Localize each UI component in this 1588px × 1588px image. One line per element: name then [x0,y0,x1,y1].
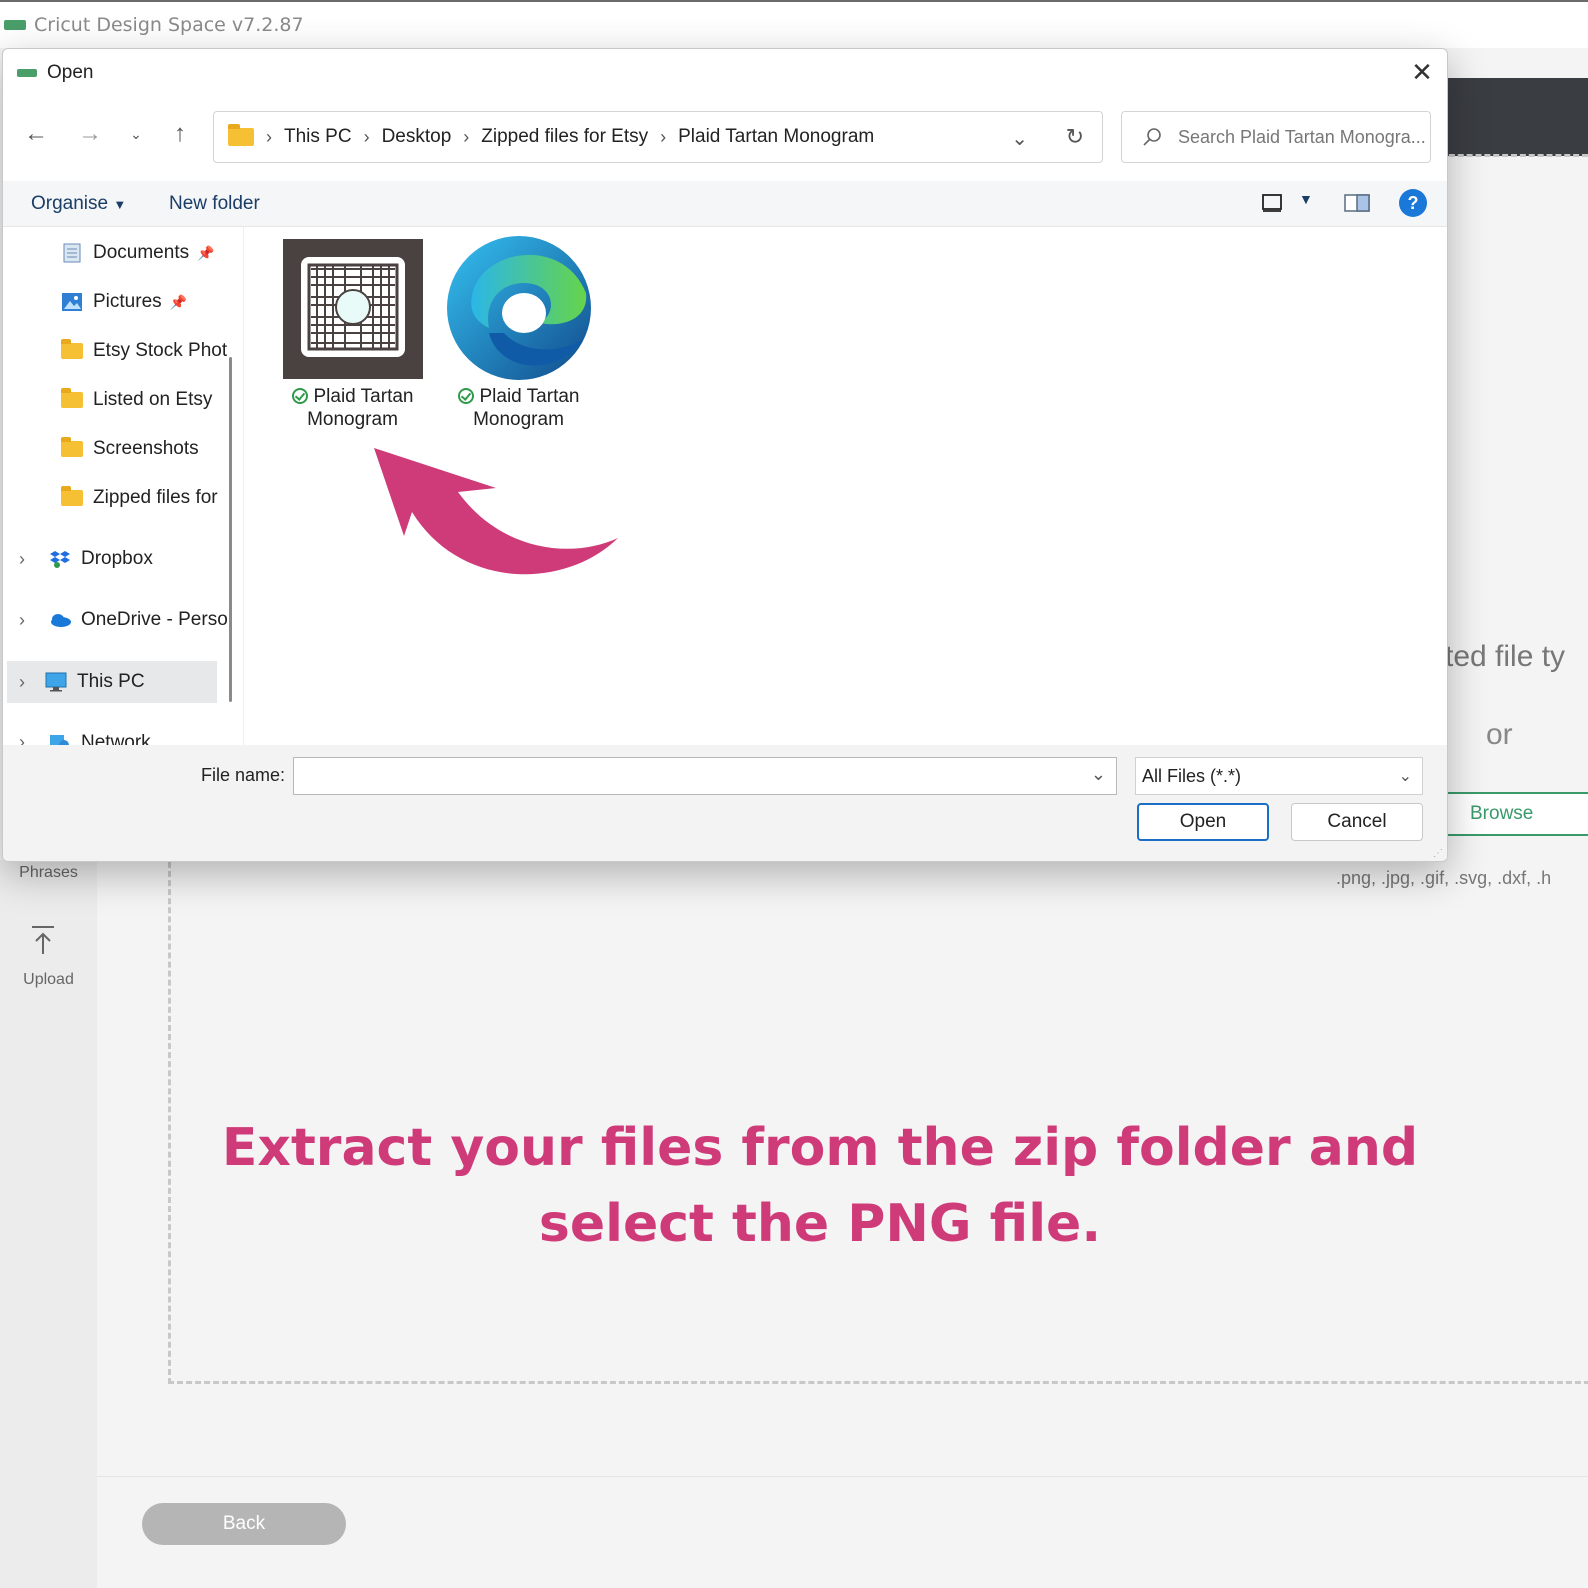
back-button[interactable]: Back [142,1503,346,1545]
folder-icon [61,339,83,359]
chevron-down-icon: ⌄ [1398,768,1412,785]
open-button[interactable]: Open [1137,803,1269,841]
preview-pane-icon[interactable] [1343,191,1371,215]
help-icon[interactable]: ? [1399,189,1427,217]
pictures-icon [62,293,82,311]
or-text: or [1486,718,1513,751]
folder-icon [61,388,83,408]
back-arrow-icon[interactable]: ← [21,119,51,149]
close-icon[interactable]: ✕ [1407,57,1437,87]
address-bar[interactable]: › This PC › Desktop › Zipped files for E… [213,111,1103,163]
nav-item-pictures[interactable]: Pictures 📌 [61,282,187,322]
onedrive-icon [51,614,71,627]
expand-chevron-icon[interactable]: › [19,672,25,693]
cancel-button[interactable]: Cancel [1291,803,1423,841]
resize-grip-icon[interactable]: ⋰ [1433,848,1443,859]
forward-arrow-icon[interactable]: → [75,119,105,149]
file-item-png[interactable]: Plaid Tartan Monogram [270,239,435,431]
pin-icon: 📌 [169,293,188,310]
pc-icon [45,672,67,692]
upload-hint-text: ted file ty [1445,640,1566,673]
screen: { "app": { "title": "Cricut Design Space… [0,0,1588,1588]
folder-icon [61,486,83,506]
sync-status-icon [291,388,308,404]
nav-item-etsy-stock-photos[interactable]: Etsy Stock Phot [61,331,227,371]
nav-item-network[interactable]: Network [49,723,151,745]
browse-button[interactable]: Browse [1440,792,1588,836]
breadcrumb-desktop[interactable]: Desktop [382,126,452,148]
drop-zone-top-border [1440,154,1588,157]
navigation-row: ← → ⌄ ↑ › This PC › Desktop › Zipped fil… [3,105,1447,165]
expand-chevron-icon[interactable]: › [19,610,25,631]
app-title: Cricut Design Space v7.2.87 [34,14,304,36]
dialog-footer: File name: ⌄ All Files (*.*) ⌄ Open Canc… [3,745,1447,861]
nav-item-onedrive[interactable]: OneDrive - Perso [49,600,228,640]
file-name-input[interactable]: ⌄ [293,757,1117,795]
file-item-edge[interactable]: Plaid Tartan Monogram [436,236,601,431]
app-titlebar: Cricut Design Space v7.2.87 [0,0,1588,48]
breadcrumb-this-pc[interactable]: This PC [284,126,352,148]
dialog-titlebar: Open ✕ [3,49,1447,97]
command-bar: Organise ▼ New folder ▼ ? [3,181,1447,227]
sync-status-icon [457,388,474,404]
nav-pane-scrollbar[interactable] [229,357,232,702]
edge-document-icon [446,236,591,380]
breadcrumb-zipped-files[interactable]: Zipped files for Etsy [481,126,648,148]
search-placeholder: Search Plaid Tartan Monogra... [1178,126,1426,147]
search-input[interactable]: Search Plaid Tartan Monogra... [1121,111,1431,163]
chevron-down-icon[interactable]: ⌄ [1091,764,1106,785]
nav-item-zipped-files[interactable]: Zipped files for [61,478,218,518]
network-icon [50,735,69,745]
cricut-logo-icon [4,20,26,30]
dialog-title: Open [47,62,94,83]
sidebar-item-phrases[interactable]: Phrases [0,864,97,882]
expand-chevron-icon[interactable]: › [19,732,25,745]
navigation-pane: Documents 📌 Pictures 📌 Etsy Stock Phot Lis… [3,227,243,745]
expand-chevron-icon[interactable]: › [19,549,25,570]
file-type-select[interactable]: All Files (*.*) ⌄ [1135,757,1423,795]
up-arrow-icon[interactable]: ↑ [165,119,195,149]
organise-button[interactable]: Organise ▼ [31,193,126,215]
view-options-caret-icon[interactable]: ▼ [1299,191,1313,207]
nav-item-documents[interactable]: Documents 📌 [61,233,215,273]
search-icon [1143,128,1161,146]
open-file-dialog: Open ✕ ← → ⌄ ↑ › This PC › Desktop › Zip… [2,48,1448,862]
app-sidebar [0,860,97,1588]
new-folder-button[interactable]: New folder [169,193,260,215]
nav-item-listed-on-etsy[interactable]: Listed on Etsy [61,380,212,420]
file-name-label: File name: [201,765,286,785]
folder-icon [228,124,254,146]
nav-item-dropbox[interactable]: Dropbox [49,539,153,579]
pin-icon: 📌 [197,244,215,261]
view-mode-icon[interactable] [1261,193,1283,213]
chevron-down-icon[interactable]: ⌄ [1011,126,1028,151]
documents-icon [63,243,81,263]
breadcrumb-plaid-tartan[interactable]: Plaid Tartan Monogram [678,126,874,148]
nav-item-screenshots[interactable]: Screenshots [61,429,199,469]
refresh-icon[interactable]: ↻ [1066,124,1084,150]
pointer-arrow-icon [374,448,618,575]
upload-icon[interactable] [30,924,56,956]
nav-item-this-pc[interactable]: › This PC [7,661,217,703]
dropbox-icon [50,551,70,568]
cricut-logo-icon [17,69,37,77]
png-thumbnail-icon [282,239,423,379]
instruction-text: Extract your files from the zip folder a… [221,1118,1419,1254]
sidebar-item-upload[interactable]: Upload [0,971,97,989]
folder-icon [61,437,83,457]
app-header-bar [1440,78,1588,156]
recent-locations-chevron-icon[interactable]: ⌄ [121,119,151,149]
